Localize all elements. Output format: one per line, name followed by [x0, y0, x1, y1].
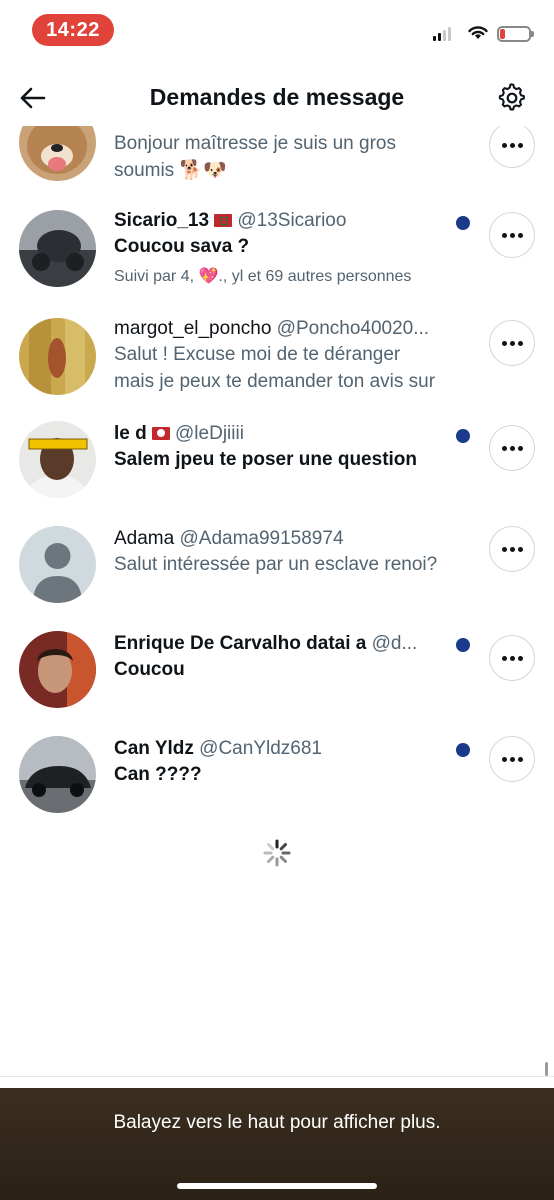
- sender-name: le d: [114, 423, 147, 444]
- sender-name: Enrique De Carvalho datai a: [114, 633, 367, 654]
- sender-handle: @leDjiiii: [175, 423, 244, 444]
- followed-by-text: Suivi par 4, 💖., yl et 69 autres personn…: [114, 268, 412, 285]
- list-item[interactable]: Sicario_13 @13Sicarioo Coucou sava ? Sui…: [0, 208, 554, 308]
- home-indicator[interactable]: [177, 1183, 377, 1189]
- battery-icon: [497, 26, 534, 42]
- list-item[interactable]: Adama @Adama99158974 Salut intéressée pa…: [0, 526, 554, 616]
- sender-handle: @CanYldz681: [199, 738, 322, 759]
- loading-spinner-icon: [263, 839, 291, 867]
- sender-handle: @13Sicarioo: [237, 210, 347, 231]
- message-preview: Bonjour maîtresse je suis un gros soumis…: [114, 133, 396, 181]
- avatar[interactable]: [19, 210, 96, 287]
- list-item[interactable]: Enrique De Carvalho datai a @d... Coucou: [0, 631, 554, 721]
- more-options-button[interactable]: [489, 425, 535, 471]
- list-item[interactable]: Bonjour maîtresse je suis un gros soumis…: [0, 126, 554, 194]
- sender-handle: @Poncho40020...: [276, 318, 430, 339]
- sender-name: margot_el_poncho: [114, 318, 272, 339]
- sender-name: Sicario_13: [114, 210, 210, 231]
- message-preview: Salut intéressée par un esclave renoi?: [114, 554, 438, 575]
- message-preview: Salut ! Excuse moi de te déranger mais j…: [114, 344, 436, 392]
- avatar[interactable]: [19, 318, 96, 395]
- unread-indicator: [456, 743, 470, 757]
- page-title: Demandes de message: [149, 84, 405, 110]
- avatar[interactable]: [19, 526, 96, 603]
- avatar[interactable]: [19, 421, 96, 498]
- message-requests-list: Bonjour maîtresse je suis un gros soumis…: [0, 126, 554, 1086]
- more-options-button[interactable]: [489, 320, 535, 366]
- sender-handle: @d...: [371, 633, 418, 654]
- divider: [0, 1076, 554, 1077]
- list-item[interactable]: margot_el_poncho @Poncho40020... Salut !…: [0, 316, 554, 406]
- swipe-hint-banner: Balayez vers le haut pour afficher plus.: [0, 1088, 554, 1200]
- settings-button[interactable]: [494, 80, 530, 116]
- message-preview: Coucou: [114, 659, 185, 680]
- status-time: 14:22: [32, 14, 114, 46]
- more-options-button[interactable]: [489, 635, 535, 681]
- unread-indicator: [456, 216, 470, 230]
- message-preview: Coucou sava ?: [114, 236, 250, 257]
- message-preview: Salem jpeu te poser une question: [114, 449, 418, 470]
- more-options-button[interactable]: [489, 736, 535, 782]
- sender-name: Can Yldz: [114, 738, 194, 759]
- more-options-button[interactable]: [489, 526, 535, 572]
- unread-indicator: [456, 638, 470, 652]
- avatar[interactable]: [19, 126, 96, 181]
- list-item[interactable]: Can Yldz @CanYldz681 Can ????: [0, 736, 554, 826]
- morocco-flag-icon: [214, 214, 233, 227]
- tunisia-flag-icon: [151, 427, 170, 440]
- gear-icon: [498, 83, 525, 111]
- unread-indicator: [456, 429, 470, 443]
- avatar[interactable]: [19, 736, 96, 813]
- scrollbar[interactable]: [545, 1062, 548, 1076]
- more-options-button[interactable]: [489, 212, 535, 258]
- more-options-button[interactable]: [489, 126, 535, 168]
- message-preview: Can ????: [114, 764, 202, 785]
- header: Demandes de message: [0, 70, 554, 126]
- cellular-signal-icon: [433, 27, 451, 41]
- status-bar: 14:22: [0, 0, 554, 60]
- swipe-hint-text: Balayez vers le haut pour afficher plus.: [113, 1112, 441, 1133]
- sender-handle: @Adama99158974: [179, 528, 344, 549]
- avatar[interactable]: [19, 631, 96, 708]
- wifi-icon: [468, 26, 488, 39]
- list-item[interactable]: le d @leDjiiii Salem jpeu te poser une q…: [0, 421, 554, 511]
- sender-name: Adama: [114, 528, 175, 549]
